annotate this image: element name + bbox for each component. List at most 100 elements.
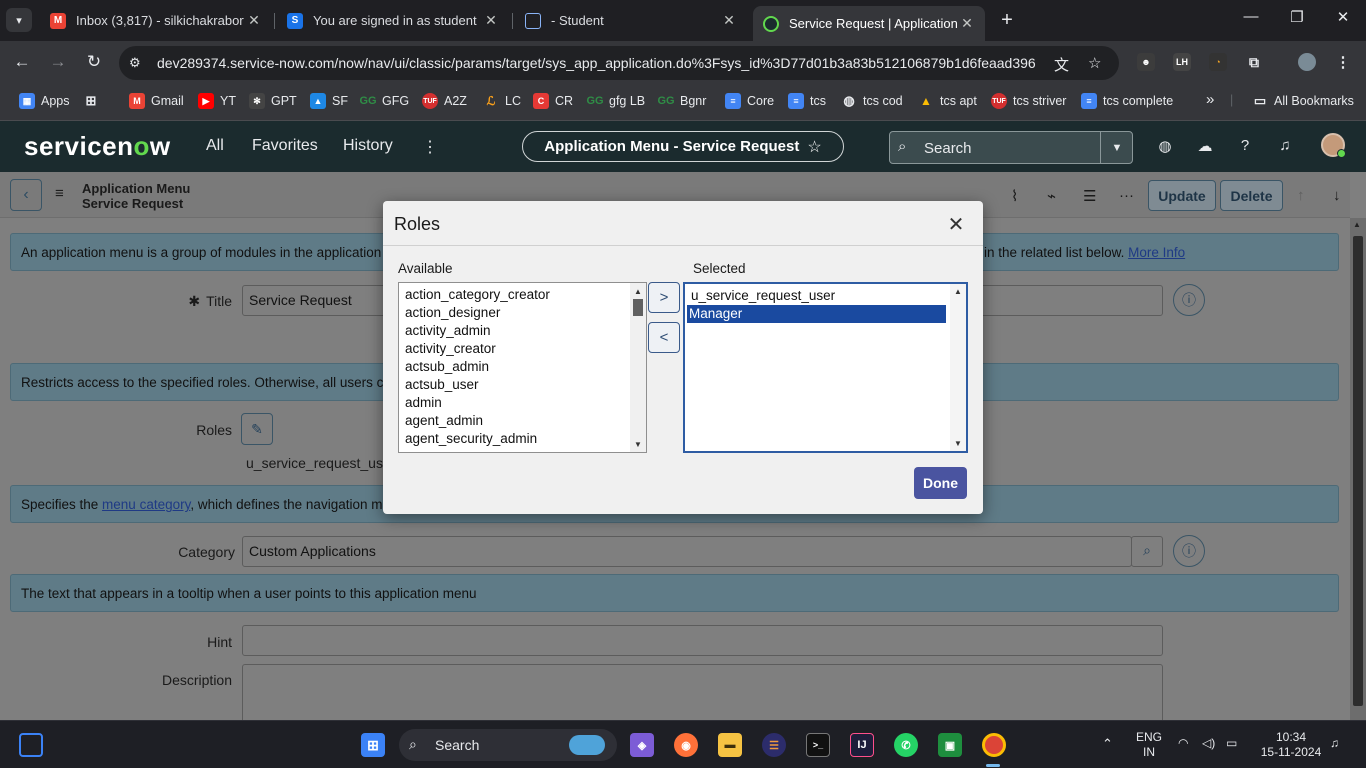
puzzle-icon[interactable]: ⧉ <box>1245 53 1263 71</box>
list-item[interactable]: u_service_request_user <box>687 287 946 305</box>
list-item-selected[interactable]: Manager <box>687 305 946 323</box>
url-text[interactable]: dev289374.service-now.com/now/nav/ui/cla… <box>157 55 1037 71</box>
scrollbar-thumb[interactable] <box>633 299 643 316</box>
edit-pencil-icon[interactable]: ✎ <box>241 413 273 445</box>
previous-record-icon[interactable]: ↑ <box>1297 187 1305 204</box>
info-icon[interactable]: ⓘ <box>1173 535 1205 567</box>
done-button[interactable]: Done <box>914 467 967 499</box>
restore-icon[interactable]: ❐ <box>1282 8 1312 26</box>
nav-more-icon[interactable]: ⋮ <box>422 137 438 157</box>
meet-icon[interactable]: ▣ <box>938 733 962 757</box>
scrollbar-thumb[interactable] <box>1353 236 1363 706</box>
servicenow-logo[interactable]: servicenow <box>24 131 171 162</box>
lookup-search-icon[interactable]: ⌕ <box>1131 536 1163 567</box>
forward-arrow-icon[interactable]: → <box>47 52 69 72</box>
category-input[interactable]: Custom Applications <box>242 536 1132 567</box>
tab-service-request[interactable]: Service Request | Application M ✕ <box>753 6 985 41</box>
bookmark-a2z[interactable]: TUF A2Z <box>422 93 467 109</box>
taskbar-search[interactable]: ⌕ Search <box>399 729 617 761</box>
profile-avatar[interactable] <box>1298 53 1316 71</box>
chat-icon[interactable]: ☁ <box>1195 137 1215 155</box>
info-icon[interactable]: ⓘ <box>1173 284 1205 316</box>
notification-bell-icon[interactable]: ♫ <box>1330 736 1339 750</box>
bookmark-tcs-complete[interactable]: ≡ tcs complete <box>1081 93 1173 109</box>
available-roles-list[interactable]: action_category_creator action_designer … <box>398 282 647 453</box>
update-button[interactable]: Update <box>1148 180 1216 211</box>
next-record-icon[interactable]: ↓ <box>1333 187 1341 204</box>
close-icon[interactable]: ✕ <box>244 12 264 29</box>
translate-icon[interactable]: 文 <box>1054 54 1069 75</box>
bookmark-sf[interactable]: ▲ SF <box>310 93 348 109</box>
language-indicator[interactable]: ENG IN <box>1132 730 1166 760</box>
globe-icon[interactable]: ◍ <box>1155 137 1175 155</box>
tab-student-signed-in[interactable]: S You are signed in as student ✕ <box>277 6 509 35</box>
chrome-icon[interactable] <box>982 733 1006 757</box>
menu-category-link[interactable]: menu category <box>102 497 190 512</box>
wifi-icon[interactable]: ◠ <box>1178 736 1188 750</box>
firefox-icon[interactable]: ◉ <box>674 733 698 757</box>
list-item[interactable]: activity_creator <box>399 340 646 358</box>
address-bar[interactable]: ⚙ dev289374.service-now.com/now/nav/ui/c… <box>119 46 1119 80</box>
tab-student[interactable]: - Student ✕ <box>515 6 747 35</box>
bookmark-tcs-apt[interactable]: ▲ tcs apt <box>918 93 977 109</box>
remove-role-button[interactable]: < <box>648 322 680 353</box>
new-tab-icon[interactable]: + <box>997 9 1017 32</box>
more-info-link[interactable]: More Info <box>1128 245 1185 260</box>
widgets-icon[interactable] <box>19 733 43 757</box>
extension-icon[interactable]: ☻ <box>1137 53 1155 71</box>
bookmark-gmail[interactable]: M Gmail <box>129 93 184 109</box>
hamburger-menu-icon[interactable]: ≡ <box>55 185 64 202</box>
close-icon[interactable]: ✕ <box>481 12 501 29</box>
list-scrollbar[interactable]: ▲ ▼ <box>950 284 966 451</box>
list-item[interactable]: actsub_admin <box>399 358 646 376</box>
close-icon[interactable]: ✕ <box>719 12 739 29</box>
page-scrollbar[interactable]: ▲ <box>1350 218 1366 720</box>
search-placeholder[interactable]: Search <box>924 140 972 157</box>
tab-search-icon[interactable]: ▾ <box>6 8 32 32</box>
scroll-up-icon[interactable]: ▲ <box>1353 220 1361 229</box>
list-scrollbar[interactable]: ▲ ▼ <box>630 283 646 452</box>
lighthouse-icon[interactable]: LH <box>1173 53 1191 71</box>
tray-overflow-icon[interactable]: ⌃ <box>1102 736 1113 752</box>
list-item[interactable]: action_category_creator <box>399 286 646 304</box>
terminal-icon[interactable]: >_ <box>806 733 830 757</box>
nav-all[interactable]: All <box>206 137 224 155</box>
global-search[interactable]: ⌕ Search ▼ <box>889 131 1133 164</box>
bookmark-grid[interactable]: ⊞ <box>83 93 105 109</box>
bookmark-yt[interactable]: ▶ YT <box>198 93 236 109</box>
bookmark-apps[interactable]: ▦ Apps <box>19 93 70 109</box>
bookmark-bgnr[interactable]: GG Bgnr <box>657 93 706 109</box>
delete-button[interactable]: Delete <box>1220 180 1283 211</box>
volume-icon[interactable]: ◁) <box>1202 736 1215 750</box>
list-item[interactable]: actsub_user <box>399 376 646 394</box>
bookmark-tcs[interactable]: ≡ tcs <box>788 93 826 109</box>
attachment-icon[interactable]: ⌇ <box>1011 187 1018 205</box>
minimize-icon[interactable]: — <box>1236 8 1266 25</box>
bookmark-cr[interactable]: C CR <box>533 93 573 109</box>
scroll-up-icon[interactable]: ▲ <box>954 287 962 296</box>
bookmark-tcs-striver[interactable]: TUF tcs striver <box>991 93 1066 109</box>
nav-history[interactable]: History <box>343 137 393 155</box>
scroll-down-icon[interactable]: ▼ <box>954 439 962 448</box>
nav-favorites[interactable]: Favorites <box>252 137 318 155</box>
tab-gmail[interactable]: M Inbox (3,817) - silkichakraborty2 ✕ <box>40 6 272 35</box>
bookmark-core[interactable]: ≡ Core <box>725 93 774 109</box>
hint-input[interactable] <box>242 625 1163 656</box>
context-title-pill[interactable]: Application Menu - Service Request ☆ <box>522 131 844 162</box>
list-item[interactable]: agent_admin <box>399 412 646 430</box>
bell-icon[interactable]: ♫ <box>1275 137 1295 154</box>
file-explorer-icon[interactable]: ▬ <box>718 733 742 757</box>
list-item[interactable]: action_designer <box>399 304 646 322</box>
kebab-menu-icon[interactable]: ⋮ <box>1334 53 1352 71</box>
settings-sliders-icon[interactable]: ☰ <box>1083 187 1096 205</box>
scroll-down-icon[interactable]: ▼ <box>634 440 642 449</box>
description-textarea[interactable] <box>242 664 1163 720</box>
bookmark-gpt[interactable]: ✻ GPT <box>249 93 297 109</box>
user-avatar[interactable] <box>1321 133 1346 158</box>
eclipse-icon[interactable]: ☰ <box>762 733 786 757</box>
more-options-icon[interactable]: ··· <box>1119 187 1134 204</box>
activity-icon[interactable]: ⌁ <box>1047 187 1056 205</box>
clock[interactable]: 10:34 15-11-2024 <box>1256 730 1326 760</box>
bookmark-tcs-cod[interactable]: ◍ tcs cod <box>841 93 902 109</box>
more-bookmarks-chevron-icon[interactable]: » <box>1206 91 1214 108</box>
